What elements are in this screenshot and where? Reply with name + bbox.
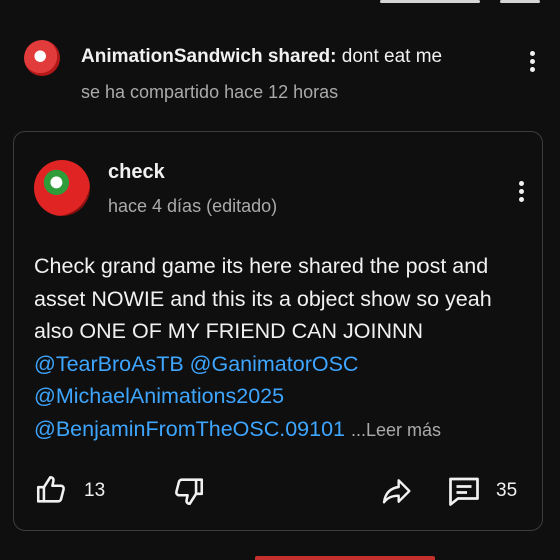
post-timestamp: hace 4 días (editado) xyxy=(108,196,278,216)
more-vert-icon[interactable] xyxy=(522,47,542,77)
comment-count: 35 xyxy=(496,480,518,501)
like-count: 13 xyxy=(84,480,106,501)
post-body: Check grand game its here shared the pos… xyxy=(34,250,524,446)
post-author-avatar[interactable] xyxy=(34,160,90,216)
top-indicator-bar-small xyxy=(500,0,540,3)
thumbs-up-icon[interactable] xyxy=(34,473,68,507)
post-text: Check grand game its here shared the pos… xyxy=(34,254,492,343)
mention-link[interactable]: @GanimatorOSC xyxy=(190,352,359,376)
mention-link[interactable]: @TearBroAsTB xyxy=(34,352,184,376)
top-indicator-bar xyxy=(380,0,480,3)
mention-link[interactable]: @BenjaminFromTheOSC.09101 xyxy=(34,417,345,441)
share-header: AnimationSandwich shared: dont eat me se… xyxy=(0,30,560,110)
action-bar: 13 35 xyxy=(14,467,544,517)
more-vert-icon[interactable] xyxy=(511,177,531,207)
mention-link[interactable]: @MichaelAnimations2025 xyxy=(34,384,284,408)
read-more-link[interactable]: ...Leer más xyxy=(351,420,441,440)
thumbs-down-icon[interactable] xyxy=(172,473,206,509)
top-scroll-indicator xyxy=(0,0,560,6)
shared-post-card[interactable]: check hace 4 días (editado) Check grand … xyxy=(13,131,543,531)
share-title: AnimationSandwich shared: dont eat me xyxy=(81,46,442,68)
post-author[interactable]: check xyxy=(108,161,165,184)
channel-avatar[interactable] xyxy=(24,40,60,76)
share-arrow-icon[interactable] xyxy=(378,475,414,507)
share-timestamp: se ha compartido hace 12 horas xyxy=(81,82,339,102)
comment-icon[interactable] xyxy=(446,473,482,509)
bottom-partial-element xyxy=(255,556,435,560)
share-title-text: dont eat me xyxy=(341,46,443,67)
share-author[interactable]: AnimationSandwich shared: xyxy=(81,46,336,67)
